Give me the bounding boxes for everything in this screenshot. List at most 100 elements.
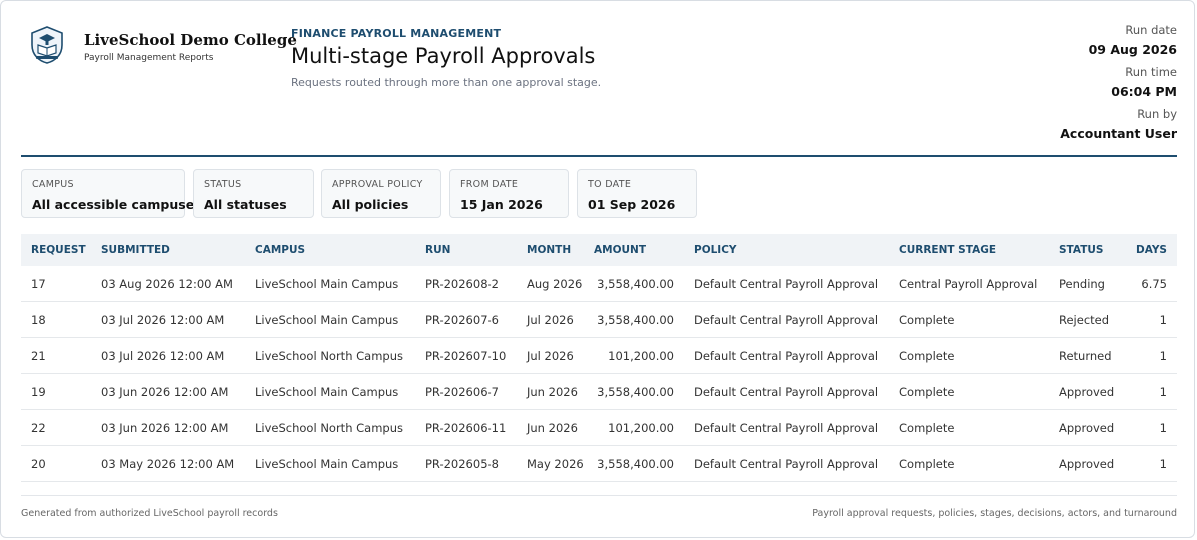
cell-status: Returned [1049,337,1121,374]
cell-campus: LiveSchool Main Campus [245,266,415,302]
table-row: 19 03 Jun 2026 12:00 AM LiveSchool Main … [21,373,1177,410]
cell-submitted: 03 Jul 2026 12:00 AM [91,337,245,374]
cell-status: Pending [1049,266,1121,302]
filter-value: All statuses [204,197,287,212]
table-header-row: REQUEST SUBMITTED CAMPUS RUN MONTH AMOUN… [21,234,1177,266]
table-row: 17 03 Aug 2026 12:00 AM LiveSchool Main … [21,266,1177,302]
cell-amount: 101,200.00 [594,337,684,374]
run-date-label: Run date [1125,23,1177,37]
cell-current-stage: Central Payroll Approval [889,266,1049,302]
cell-policy: Default Central Payroll Approval [684,301,889,338]
report-page: LiveSchool Demo College Payroll Manageme… [0,0,1195,538]
report-kicker: FINANCE PAYROLL MANAGEMENT [291,27,502,40]
column-header-month: MONTH [527,244,572,256]
column-header-submitted: SUBMITTED [101,244,170,256]
table-row: 20 03 May 2026 12:00 AM LiveSchool Main … [21,445,1177,482]
cell-status: Approved [1049,445,1121,482]
run-by-value: Accountant User [1060,126,1177,141]
filter-value: All policies [332,197,409,212]
org-subtitle: Payroll Management Reports [84,53,214,63]
cell-amount: 3,558,400.00 [594,301,684,338]
college-crest-logo [31,26,63,64]
cell-month: May 2026 [517,445,594,482]
filter-approval-policy: APPROVAL POLICY All policies [321,169,441,218]
footer-scope-note: Payroll approval requests, policies, sta… [812,508,1177,519]
cell-run: PR-202607-6 [415,301,517,338]
cell-campus: LiveSchool Main Campus [245,301,415,338]
run-date-value: 09 Aug 2026 [1088,42,1177,57]
run-time-label: Run time [1125,65,1177,79]
org-name: LiveSchool Demo College [84,31,297,49]
report-footer: Generated from authorized LiveSchool pay… [21,495,1177,519]
cell-submitted: 03 Jun 2026 12:00 AM [91,373,245,410]
cell-policy: Default Central Payroll Approval [684,409,889,446]
column-header-days: DAYS [1135,244,1167,256]
cell-submitted: 03 May 2026 12:00 AM [91,445,245,482]
filter-value: 15 Jan 2026 [460,197,543,212]
cell-status: Rejected [1049,301,1121,338]
cell-campus: LiveSchool Main Campus [245,373,415,410]
cell-request: 20 [21,445,91,482]
cell-current-stage: Complete [889,373,1049,410]
filter-label: TO DATE [588,179,632,190]
cell-status: Approved [1049,373,1121,410]
cell-campus: LiveSchool Main Campus [245,445,415,482]
cell-amount: 3,558,400.00 [594,445,684,482]
cell-days: 6.75 [1121,266,1177,302]
filter-from-date: FROM DATE 15 Jan 2026 [449,169,569,218]
cell-days: 1 [1121,445,1177,482]
cell-run: PR-202608-2 [415,266,517,302]
run-metadata: Run date 09 Aug 2026 Run time 06:04 PM R… [1060,21,1177,147]
cell-status: Approved [1049,409,1121,446]
run-by-label: Run by [1137,107,1177,121]
cell-policy: Default Central Payroll Approval [684,373,889,410]
cell-run: PR-202605-8 [415,445,517,482]
cell-submitted: 03 Jul 2026 12:00 AM [91,301,245,338]
filter-value: All accessible campuses [32,197,202,212]
cell-current-stage: Complete [889,337,1049,374]
cell-run: PR-202606-7 [415,373,517,410]
column-header-status: STATUS [1059,244,1104,256]
cell-submitted: 03 Aug 2026 12:00 AM [91,266,245,302]
report-title-block: FINANCE PAYROLL MANAGEMENT Multi-stage P… [291,27,601,89]
cell-campus: LiveSchool North Campus [245,409,415,446]
cell-days: 1 [1121,409,1177,446]
cell-policy: Default Central Payroll Approval [684,337,889,374]
cell-run: PR-202606-11 [415,409,517,446]
cell-amount: 3,558,400.00 [594,373,684,410]
approvals-table: REQUEST SUBMITTED CAMPUS RUN MONTH AMOUN… [21,234,1177,482]
cell-month: Aug 2026 [517,266,594,302]
cell-amount: 101,200.00 [594,409,684,446]
cell-days: 1 [1121,373,1177,410]
cell-current-stage: Complete [889,409,1049,446]
column-header-run: RUN [425,244,451,256]
filter-status: STATUS All statuses [193,169,314,218]
cell-request: 22 [21,409,91,446]
cell-month: Jul 2026 [517,337,594,374]
column-header-policy: POLICY [694,244,737,256]
column-header-campus: CAMPUS [255,244,306,256]
filter-value: 01 Sep 2026 [588,197,676,212]
cell-month: Jul 2026 [517,301,594,338]
table-row: 18 03 Jul 2026 12:00 AM LiveSchool Main … [21,301,1177,338]
report-subtitle: Requests routed through more than one ap… [291,76,602,89]
page-title: Multi-stage Payroll Approvals [291,44,596,68]
footer-source-note: Generated from authorized LiveSchool pay… [21,508,278,519]
cell-month: Jun 2026 [517,373,594,410]
filter-campus: CAMPUS All accessible campuses [21,169,202,218]
column-header-request: REQUEST [31,244,86,256]
cell-days: 1 [1121,301,1177,338]
cell-request: 21 [21,337,91,374]
cell-days: 1 [1121,337,1177,374]
filter-to-date: TO DATE 01 Sep 2026 [577,169,697,218]
filter-label: APPROVAL POLICY [332,179,423,190]
cell-request: 17 [21,266,91,302]
report-header: LiveSchool Demo College Payroll Manageme… [21,1,1177,157]
cell-policy: Default Central Payroll Approval [684,266,889,302]
cell-run: PR-202607-10 [415,337,517,374]
cell-policy: Default Central Payroll Approval [684,445,889,482]
filter-label: FROM DATE [460,179,519,190]
column-header-amount: AMOUNT [594,244,646,256]
cell-request: 18 [21,301,91,338]
run-time-value: 06:04 PM [1111,84,1177,99]
